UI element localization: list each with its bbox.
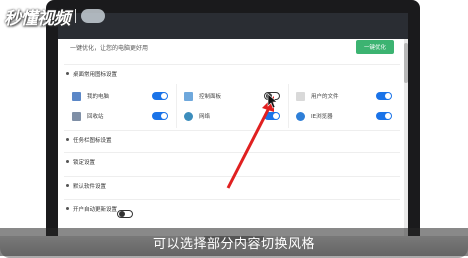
computer-icon <box>72 91 81 101</box>
icon-option-network: 网络 <box>176 106 288 126</box>
section-bullet-icon <box>66 72 69 75</box>
toggle-user-files[interactable] <box>376 92 392 100</box>
subtitle-text: 可以选择部分内容切换风格 <box>152 236 315 252</box>
icon-option-my-computer: 我的电脑 <box>64 86 176 106</box>
section-taskbar-icons: 任务栏图标设置 <box>64 130 400 148</box>
icon-option-user-files: 用户的文件 <box>288 86 400 106</box>
hero-banner: 一键优化，让您的电脑更好用 一键优化 <box>64 33 400 61</box>
toggle-knob <box>385 113 391 119</box>
toggle-network[interactable] <box>264 112 280 120</box>
section-title: 默认软件设置 <box>73 183 107 190</box>
section-auto-update: 开户自动更新设置 <box>64 199 400 218</box>
hero-text: 一键优化，让您的电脑更好用 <box>70 44 149 52</box>
icon-option-label: 回收站 <box>87 114 104 120</box>
section-title: 开户自动更新设置 <box>73 206 118 213</box>
desktop-icon-grid: 我的电脑 控制面板 用户的文件 回收站 网络 IE浏览器 <box>64 84 400 128</box>
toggle-auto-update[interactable] <box>117 209 134 218</box>
section-desktop-icons: 桌面常用图标设置 <box>64 64 400 82</box>
section-lock: 锁定设置 <box>64 152 400 170</box>
toggle-knob <box>119 210 126 217</box>
one-click-optimize-button[interactable]: 一键优化 <box>356 40 394 54</box>
icon-option-control-panel: 控制面板 <box>176 86 288 106</box>
watermark-brand: 秒懂视频 <box>4 8 71 29</box>
ie-browser-icon <box>296 111 305 121</box>
section-default-software: 默认软件设置 <box>64 176 400 194</box>
section-title: 锁定设置 <box>73 159 96 166</box>
icon-option-label: 用户的文件 <box>311 94 339 100</box>
icon-option-label: 网络 <box>199 114 211 120</box>
section-title: 桌面常用图标设置 <box>73 71 118 78</box>
user-files-icon <box>296 91 305 101</box>
icon-option-label: IE浏览器 <box>311 114 333 120</box>
section-title: 任务栏图标设置 <box>73 137 112 144</box>
toggle-ie-browser[interactable] <box>376 112 392 120</box>
recycle-bin-icon <box>72 111 81 121</box>
subtitle-bar: 可以选择部分内容切换风格 <box>0 228 468 256</box>
toggle-knob <box>385 93 391 99</box>
toggle-knob <box>273 113 279 119</box>
toggle-recycle-bin[interactable] <box>152 112 168 120</box>
toggle-knob <box>266 93 272 99</box>
watermark-logo-icon <box>81 9 105 23</box>
section-bullet-icon <box>66 207 69 210</box>
toggle-control-panel[interactable] <box>264 92 280 100</box>
network-icon <box>184 111 193 121</box>
watermark: 秒懂视频 <box>4 4 105 29</box>
icon-option-recycle-bin: 回收站 <box>64 106 176 126</box>
control-panel-icon <box>184 91 193 101</box>
watermark-separator <box>75 9 76 23</box>
toggle-knob <box>161 93 167 99</box>
icon-option-ie-browser: IE浏览器 <box>288 106 400 126</box>
toggle-knob <box>161 113 167 119</box>
scrollbar-thumb[interactable] <box>404 43 408 83</box>
toggle-my-computer[interactable] <box>152 92 168 100</box>
section-bullet-icon <box>66 160 69 163</box>
section-bullet-icon <box>66 184 69 187</box>
icon-option-label: 控制面板 <box>199 94 222 100</box>
icon-option-label: 我的电脑 <box>87 94 110 100</box>
section-bullet-icon <box>66 138 69 141</box>
